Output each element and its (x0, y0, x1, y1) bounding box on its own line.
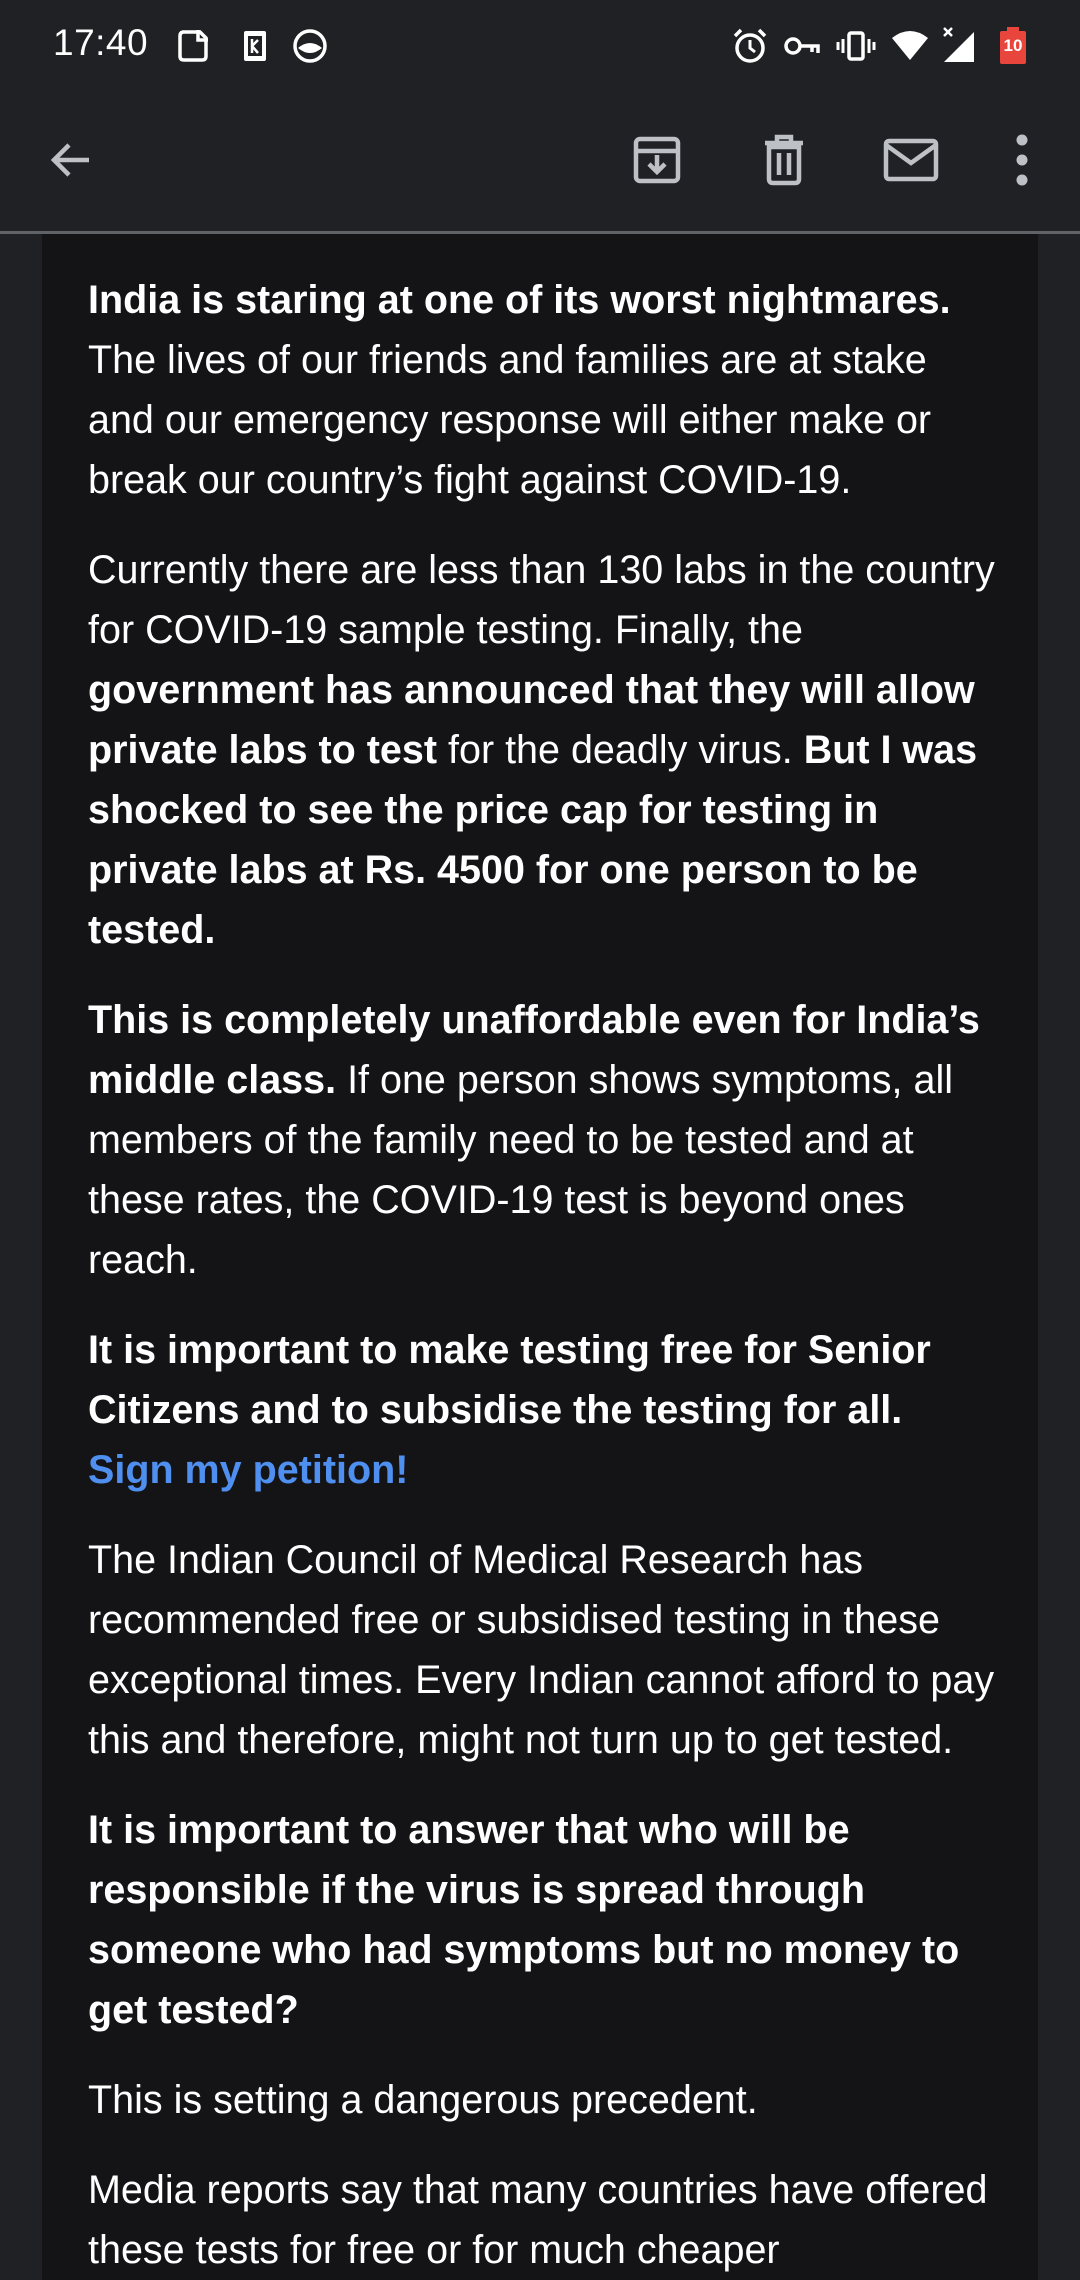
more-options-button[interactable] (986, 126, 1058, 198)
p4-bold: It is important to make testing free for… (88, 1328, 931, 1432)
email-body: India is staring at one of its worst nig… (88, 270, 998, 2280)
wifi-icon (890, 26, 930, 66)
archive-icon (630, 133, 684, 192)
p2-text-a: Currently there are less than 130 labs i… (88, 548, 995, 652)
back-button[interactable] (35, 126, 107, 198)
paragraph-5: The Indian Council of Medical Research h… (88, 1538, 995, 1762)
status-bar: 17:40 10 (0, 0, 1080, 92)
paragraph-3: This is completely unaffordable even for… (88, 990, 998, 1290)
vpn-key-icon (782, 26, 822, 66)
screenshot-icon (174, 26, 214, 66)
battery-level: 10 (1003, 36, 1023, 55)
sign-petition-link[interactable]: Sign my petition! (88, 1448, 408, 1492)
vpn-shield-icon (290, 26, 330, 66)
p6-bold: It is important to answer that who will … (88, 1808, 960, 2032)
mark-unread-icon (882, 133, 940, 192)
sim-card-icon (235, 26, 275, 66)
back-arrow-icon (47, 136, 95, 189)
app-bar (0, 92, 1080, 234)
paragraph-4: It is important to make testing free for… (88, 1320, 998, 1500)
cell-signal-icon (940, 26, 980, 66)
p2-text-c: for the deadly virus. (437, 728, 804, 772)
email-content: India is staring at one of its worst nig… (0, 234, 1080, 2280)
paragraph-1: India is staring at one of its worst nig… (88, 270, 998, 510)
delete-icon (757, 133, 811, 192)
alarm-icon (730, 26, 770, 66)
archive-button[interactable] (621, 126, 693, 198)
delete-button[interactable] (748, 126, 820, 198)
paragraph-7: This is setting a dangerous precedent. (88, 2078, 758, 2122)
p1-bold: India is staring at one of its worst nig… (88, 278, 951, 322)
paragraph-6: It is important to answer that who will … (88, 1800, 998, 2040)
vibrate-icon (836, 26, 876, 66)
more-vert-icon (1012, 133, 1032, 192)
paragraph-8: Media reports say that many countries ha… (88, 2168, 988, 2272)
mark-unread-button[interactable] (875, 126, 947, 198)
p1-text: The lives of our friends and families ar… (88, 338, 932, 502)
status-time: 17:40 (53, 22, 149, 63)
paragraph-2: Currently there are less than 130 labs i… (88, 540, 998, 960)
